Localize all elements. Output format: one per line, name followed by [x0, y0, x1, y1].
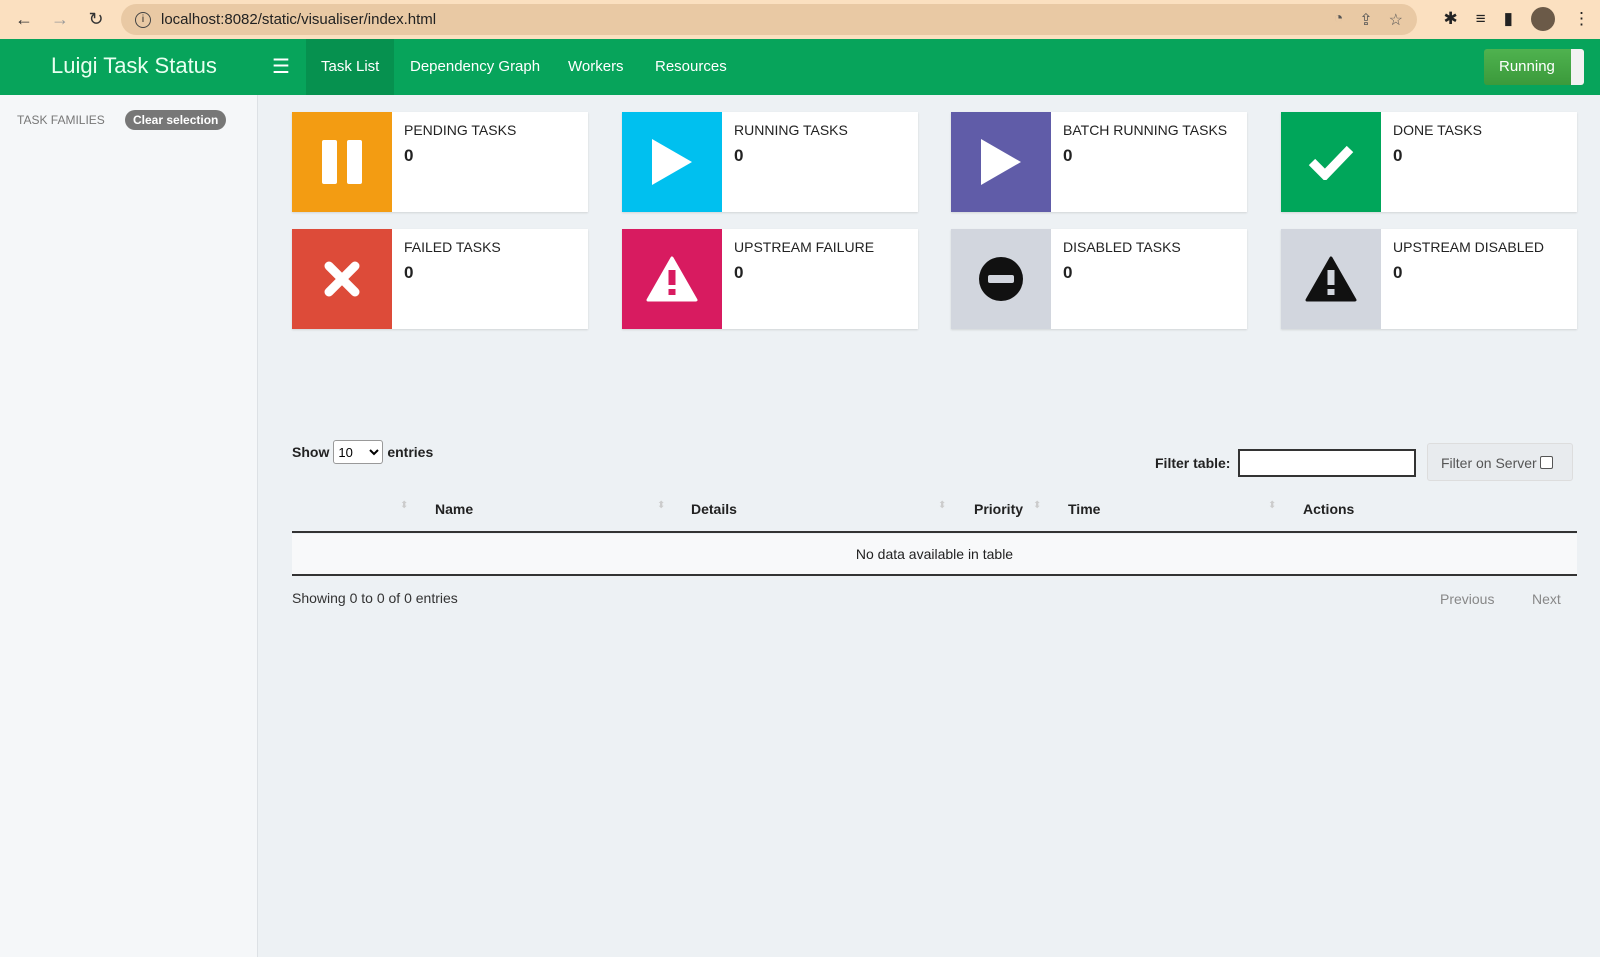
check-icon — [1281, 112, 1381, 212]
browser-toolbar: ← → ↻ i localhost:8082/static/visualiser… — [0, 0, 1600, 39]
sort-icon[interactable]: ⬍ — [1033, 500, 1041, 511]
share-icon[interactable]: ⇪ — [1359, 10, 1372, 30]
sidebar: TASK FAMILIES Clear selection — [0, 95, 258, 957]
tab-resources[interactable]: Resources — [640, 39, 742, 95]
divider — [292, 574, 1577, 576]
tab-workers[interactable]: Workers — [553, 39, 639, 95]
extensions-icon[interactable]: ✱ — [1443, 9, 1457, 29]
reload-icon[interactable]: ↻ — [78, 9, 114, 30]
play-icon — [951, 112, 1051, 212]
sort-icon[interactable]: ⬍ — [400, 500, 408, 511]
card-title: UPSTREAM DISABLED — [1393, 239, 1544, 255]
hamburger-icon[interactable]: ☰ — [272, 54, 290, 79]
url-text: localhost:8082/static/visualiser/index.h… — [161, 11, 437, 28]
status-card-done-tasks[interactable]: DONE TASKS 0 — [1281, 112, 1577, 212]
tab-task-list[interactable]: Task List — [306, 39, 395, 95]
status-card-disabled-tasks[interactable]: DISABLED TASKS 0 — [951, 229, 1247, 329]
card-count: 0 — [1063, 263, 1073, 282]
avatar[interactable] — [1531, 7, 1555, 31]
filter-input[interactable] — [1238, 449, 1417, 477]
status-card-failed-tasks[interactable]: FAILED TASKS 0 — [292, 229, 588, 329]
card-title: PENDING TASKS — [404, 122, 517, 138]
minus-circle-icon — [951, 229, 1051, 329]
entries-control: Show 10 entries — [292, 440, 433, 464]
warning-icon — [622, 229, 722, 329]
pause-icon — [292, 112, 392, 212]
card-title: RUNNING TASKS — [734, 122, 848, 138]
sort-icon[interactable]: ⬍ — [1268, 500, 1276, 511]
column-actions: Actions — [1303, 501, 1355, 517]
navbar: Luigi Task Status ☰ Task List Dependency… — [0, 39, 1600, 95]
sort-icon[interactable]: ⬍ — [657, 500, 665, 511]
column-time[interactable]: Time — [1068, 501, 1100, 517]
card-count: 0 — [404, 263, 414, 282]
entries-select[interactable]: 10 — [333, 440, 384, 464]
clear-selection-button[interactable]: Clear selection — [125, 110, 227, 130]
forward-icon[interactable]: → — [42, 9, 78, 30]
card-title: BATCH RUNNING TASKS — [1063, 122, 1228, 138]
status-card-running-tasks[interactable]: RUNNING TASKS 0 — [622, 112, 918, 212]
column-name[interactable]: Name — [435, 501, 473, 517]
address-bar[interactable]: i localhost:8082/static/visualiser/index… — [121, 4, 1417, 35]
card-count: 0 — [404, 146, 414, 165]
filter-on-server-button[interactable]: Filter on Server — [1427, 443, 1573, 481]
card-count: 0 — [734, 263, 744, 282]
running-toggle[interactable]: Running — [1484, 49, 1584, 85]
entries-label: entries — [387, 444, 434, 460]
tab-dependency-graph[interactable]: Dependency Graph — [395, 39, 555, 95]
times-icon — [292, 229, 392, 329]
divider — [292, 531, 1577, 533]
empty-row: No data available in table — [292, 534, 1577, 574]
show-label: Show — [292, 444, 330, 460]
play-icon — [622, 112, 722, 212]
filter-label: Filter table: — [1155, 455, 1231, 471]
task-families-label: TASK FAMILIES — [17, 113, 105, 127]
brand[interactable]: Luigi Task Status — [51, 53, 217, 79]
status-card-pending-tasks[interactable]: PENDING TASKS 0 — [292, 112, 588, 212]
media-icon[interactable]: ≡ — [1476, 9, 1486, 29]
card-count: 0 — [1063, 146, 1073, 165]
menu-icon[interactable]: ⋮ — [1573, 9, 1590, 29]
card-count: 0 — [734, 146, 744, 165]
card-count: 0 — [1393, 146, 1403, 165]
filter-control: Filter table: — [1155, 449, 1417, 477]
warning-icon — [1281, 229, 1381, 329]
running-label: Running — [1499, 58, 1555, 75]
sort-icon[interactable]: ⬍ — [938, 500, 946, 511]
next-button[interactable]: Next — [1532, 591, 1561, 607]
performance-icon[interactable]: ◔ — [1334, 10, 1344, 30]
sidepanel-icon[interactable]: ▮ — [1504, 9, 1513, 29]
star-icon[interactable]: ☆ — [1389, 10, 1403, 30]
table-info: Showing 0 to 0 of 0 entries — [292, 590, 458, 606]
card-title: DISABLED TASKS — [1063, 239, 1181, 255]
previous-button[interactable]: Previous — [1440, 591, 1494, 607]
filter-on-server-checkbox[interactable] — [1539, 456, 1553, 469]
card-title: DONE TASKS — [1393, 122, 1482, 138]
back-icon[interactable]: ← — [6, 9, 42, 30]
card-count: 0 — [1393, 263, 1403, 282]
column-priority[interactable]: Priority — [974, 501, 1023, 517]
status-card-upstream-failure[interactable]: UPSTREAM FAILURE 0 — [622, 229, 918, 329]
status-card-upstream-disabled[interactable]: UPSTREAM DISABLED 0 — [1281, 229, 1577, 329]
status-card-batch-running-tasks[interactable]: BATCH RUNNING TASKS 0 — [951, 112, 1247, 212]
card-title: FAILED TASKS — [404, 239, 501, 255]
filter-on-server-label: Filter on Server — [1441, 455, 1537, 471]
card-title: UPSTREAM FAILURE — [734, 239, 875, 255]
column-details[interactable]: Details — [691, 501, 737, 517]
info-icon[interactable]: i — [135, 11, 151, 28]
